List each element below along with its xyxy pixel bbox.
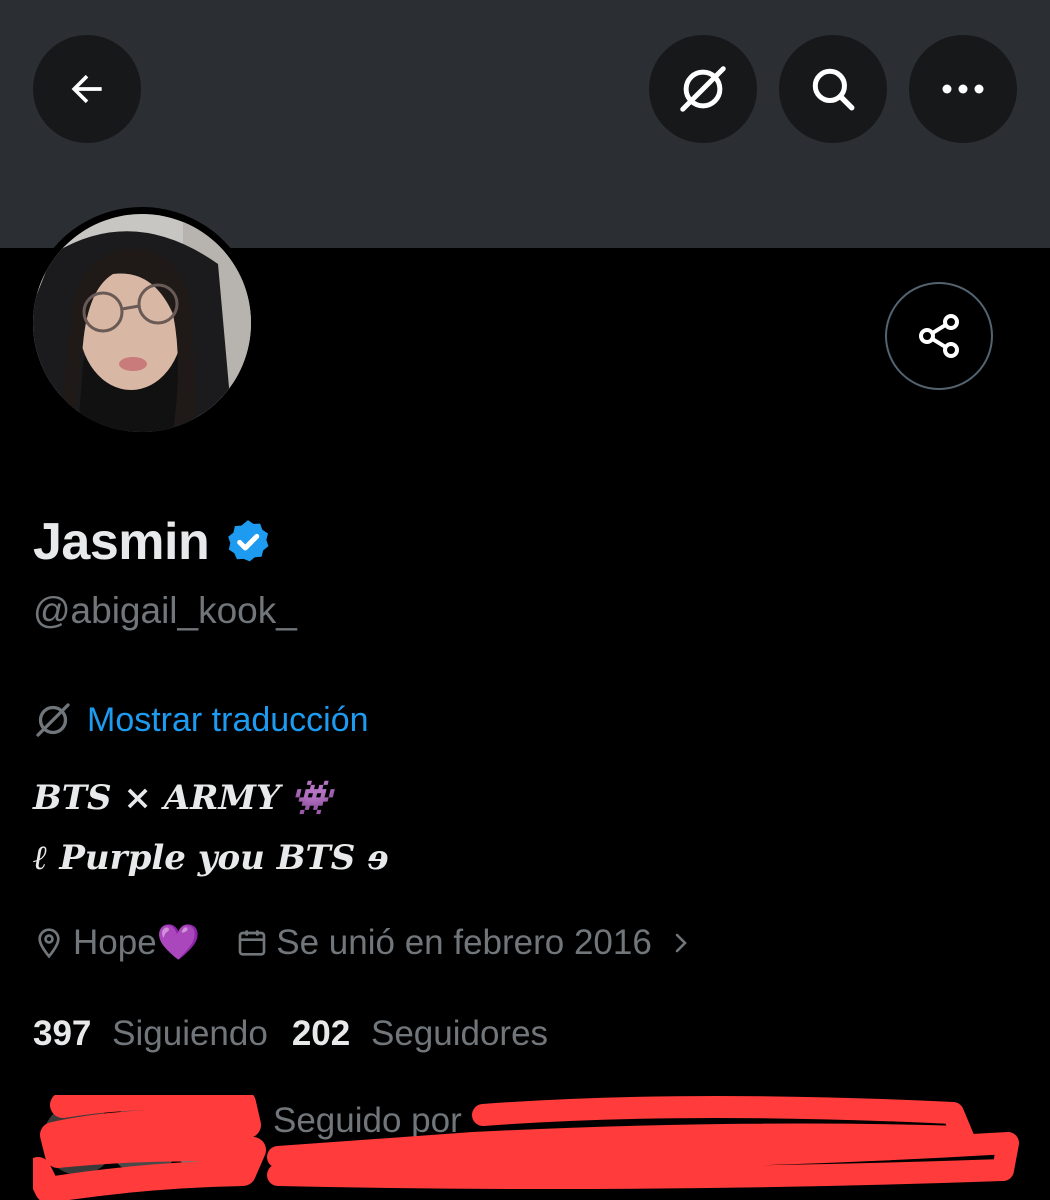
search-icon xyxy=(812,68,855,111)
profile-handle: @abigail_kook_ xyxy=(33,590,297,631)
followers-label: Seguidores xyxy=(370,1014,549,1053)
followed-by-row[interactable]: Seguido por xyxy=(33,1095,1033,1200)
redaction-scribble xyxy=(33,1095,1019,1200)
show-translation-label[interactable]: Mostrar traducción xyxy=(87,701,369,740)
joined-text: Se unió en febrero 2016 xyxy=(276,922,652,962)
translate-button[interactable] xyxy=(649,35,757,143)
followers-count: 202 xyxy=(291,1014,351,1053)
location-item: Hope💜 xyxy=(33,922,200,963)
follow-stats: 397 Siguiendo 202 Seguidores xyxy=(33,1014,548,1054)
alien-emoji-icon: 👾 xyxy=(290,778,333,818)
avatar[interactable] xyxy=(33,214,251,432)
location-text: Hope💜 xyxy=(73,923,201,962)
bio-line-1: BTS × ARMY 👾 xyxy=(33,778,333,818)
following-link[interactable]: 397 Siguiendo xyxy=(33,1014,268,1054)
following-count: 397 xyxy=(33,1014,92,1053)
calendar-icon xyxy=(238,929,266,956)
back-button[interactable] xyxy=(33,35,141,143)
display-name: Jasmin xyxy=(33,513,210,571)
avatar-frame[interactable] xyxy=(26,207,258,439)
profile-meta: Hope💜 Se unió en febrero 2016 xyxy=(33,922,700,963)
chevron-right-icon xyxy=(675,933,687,952)
arrow-left-icon xyxy=(71,74,102,104)
more-dots-icon xyxy=(942,84,984,94)
bio-line-2: ℓ Purple you BTS ɘ xyxy=(33,838,389,878)
search-button[interactable] xyxy=(779,35,887,143)
location-pin-icon xyxy=(38,927,60,958)
avatar-image xyxy=(33,214,251,432)
followers-link[interactable]: 202 Seguidores xyxy=(292,1014,548,1054)
show-translation-link[interactable]: Mostrar traducción xyxy=(33,700,369,740)
share-button[interactable] xyxy=(885,282,993,390)
name-row: Jasmin xyxy=(33,512,273,572)
following-label: Siguiendo xyxy=(112,1014,268,1053)
share-icon xyxy=(919,314,959,358)
translate-globe-icon xyxy=(680,66,726,112)
translate-globe-icon xyxy=(36,703,70,737)
verified-badge-icon[interactable] xyxy=(223,517,273,567)
more-button[interactable] xyxy=(909,35,1017,143)
joined-item[interactable]: Se unió en febrero 2016 xyxy=(236,923,700,963)
bio-text-1: BTS × ARMY xyxy=(33,778,281,818)
